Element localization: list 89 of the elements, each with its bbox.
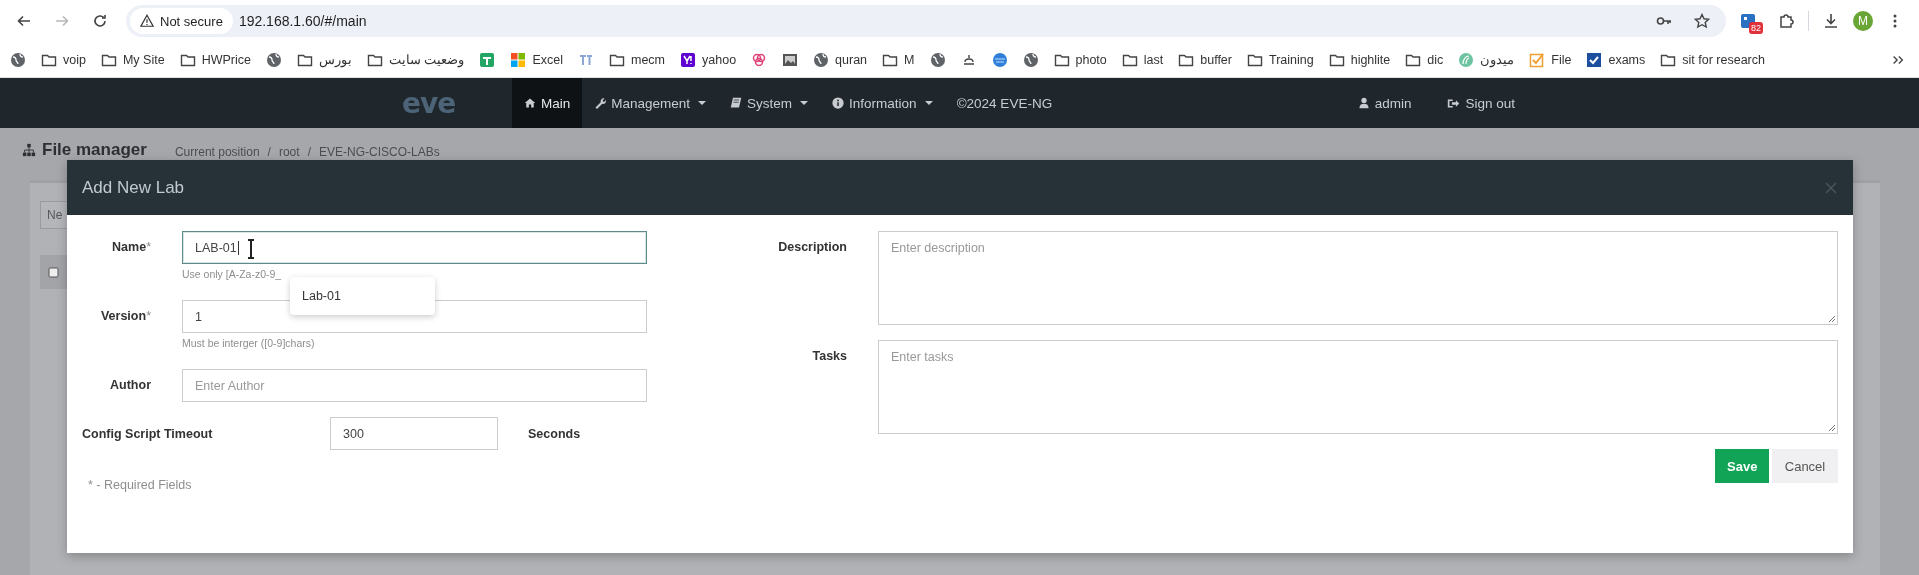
resize-grip-icon <box>1826 313 1836 323</box>
extension-button[interactable]: 82 <box>1732 5 1764 37</box>
bookmark[interactable]: Training <box>1245 49 1316 70</box>
bookmark[interactable]: Excel <box>508 49 565 70</box>
globe-icon <box>813 51 830 68</box>
reload-icon <box>92 13 108 29</box>
text-cursor-icon <box>245 239 257 259</box>
bookmark[interactable]: میدون <box>1456 49 1517 70</box>
bookmark[interactable]: voip <box>39 49 88 70</box>
globe-icon <box>10 51 26 68</box>
field-label: Version* <box>99 308 151 325</box>
checkbox-icon <box>1586 51 1603 68</box>
field-label: Name* <box>111 239 151 256</box>
leaf-icon <box>1458 51 1475 68</box>
bookmark[interactable]: M <box>880 49 917 70</box>
breadcrumb-separator: / <box>267 144 271 159</box>
globe-icon <box>265 51 282 68</box>
tiles-icon <box>510 51 527 68</box>
bookmark[interactable]: File <box>1527 49 1574 70</box>
close-icon <box>1824 180 1838 195</box>
globe-icon <box>1022 51 1039 68</box>
breadcrumb-item[interactable]: EVE-NG-CISCO-LABs <box>318 144 440 159</box>
address-bar[interactable]: Not secure 192.168.1.60/#/main <box>126 5 1726 37</box>
bookmark[interactable]: sit for research <box>1658 49 1767 70</box>
nav-menu-item[interactable]: System <box>718 78 821 128</box>
autocomplete-menu[interactable]: Lab-01 <box>290 277 435 315</box>
back-arrow-icon <box>16 13 32 29</box>
bookmark[interactable]: بورس <box>294 49 354 70</box>
user-icon <box>1357 97 1370 109</box>
star-icon <box>1694 13 1710 29</box>
caret-icon <box>924 101 933 105</box>
spreadsheet-icon <box>479 51 496 68</box>
rings-icon <box>751 51 768 68</box>
warning-icon <box>140 14 154 28</box>
notification-badge: 82 <box>1749 22 1763 34</box>
nav-menu-item[interactable]: Information <box>820 78 945 128</box>
field-label: Author <box>109 377 151 394</box>
field-label: Tasks <box>811 348 847 365</box>
text-input[interactable]: LAB-01 <box>182 231 647 264</box>
checkbox-icon <box>48 266 59 278</box>
wrench-icon <box>594 97 607 109</box>
checkbox-icon <box>1529 51 1546 68</box>
sign-out-icon <box>1447 96 1461 110</box>
sign-out-link[interactable]: Sign out <box>1435 78 1527 128</box>
copyright-text: ©2024 EVE-NG <box>955 95 1054 111</box>
bookmark[interactable]: HWPrice <box>177 49 253 70</box>
download-icon <box>1823 13 1839 29</box>
globe-icon <box>929 51 946 68</box>
help-text: Use only [A-Za-z0-9_ <box>182 268 283 281</box>
bookmark[interactable]: mecm <box>607 49 668 70</box>
bookmark[interactable]: buffer <box>1176 49 1234 70</box>
required-note: * - Required Fields <box>87 478 193 492</box>
book-icon <box>730 97 743 109</box>
bookmark[interactable]: My Site <box>98 49 167 70</box>
forward-arrow-icon <box>54 13 70 29</box>
user-menu[interactable]: admin <box>1345 78 1424 128</box>
image-icon <box>782 51 799 68</box>
field-label: Config Script Timeout <box>82 426 214 441</box>
home-icon <box>524 97 536 109</box>
bookmark[interactable]: last <box>1119 49 1166 70</box>
help-text: Must be interger ([0-9]chars) <box>182 337 316 350</box>
caret-icon <box>800 101 809 105</box>
breadcrumb-item: Current position <box>174 144 260 159</box>
bookmark[interactable]: exams <box>1584 49 1648 70</box>
bookmark[interactable]: yahoo <box>678 49 739 70</box>
cancel-button[interactable]: Cancel <box>1772 449 1838 483</box>
bookmark[interactable]: وضعیت سایت <box>364 49 467 70</box>
url-text: 192.168.1.60/#/main <box>238 13 368 29</box>
breadcrumb-separator: / <box>307 144 311 159</box>
timeout-input[interactable]: 300 <box>330 417 498 450</box>
page-title: File manager <box>42 140 147 160</box>
bookmark[interactable]: highlite <box>1326 49 1393 70</box>
sitemap-icon <box>22 143 36 157</box>
info-icon <box>832 97 845 109</box>
bookmark[interactable]: quran <box>811 49 870 70</box>
nav-menu-item[interactable]: Management <box>582 78 719 128</box>
unit-label: Seconds <box>528 426 581 441</box>
planet-icon <box>991 51 1008 68</box>
breadcrumb-item[interactable]: root <box>278 144 300 159</box>
security-chip[interactable]: Not secure <box>130 8 233 34</box>
field-label: Description <box>777 239 847 256</box>
puzzle-icon <box>1778 13 1794 29</box>
bookmark[interactable]: photo <box>1051 49 1109 70</box>
nav-menu-item[interactable]: Main <box>512 78 583 128</box>
bookmark[interactable]: dic <box>1403 49 1446 70</box>
caret-icon <box>698 101 707 105</box>
resize-grip-icon <box>1826 422 1836 432</box>
dialog-title: Add New Lab <box>82 177 185 198</box>
yahoo-icon <box>680 51 697 68</box>
